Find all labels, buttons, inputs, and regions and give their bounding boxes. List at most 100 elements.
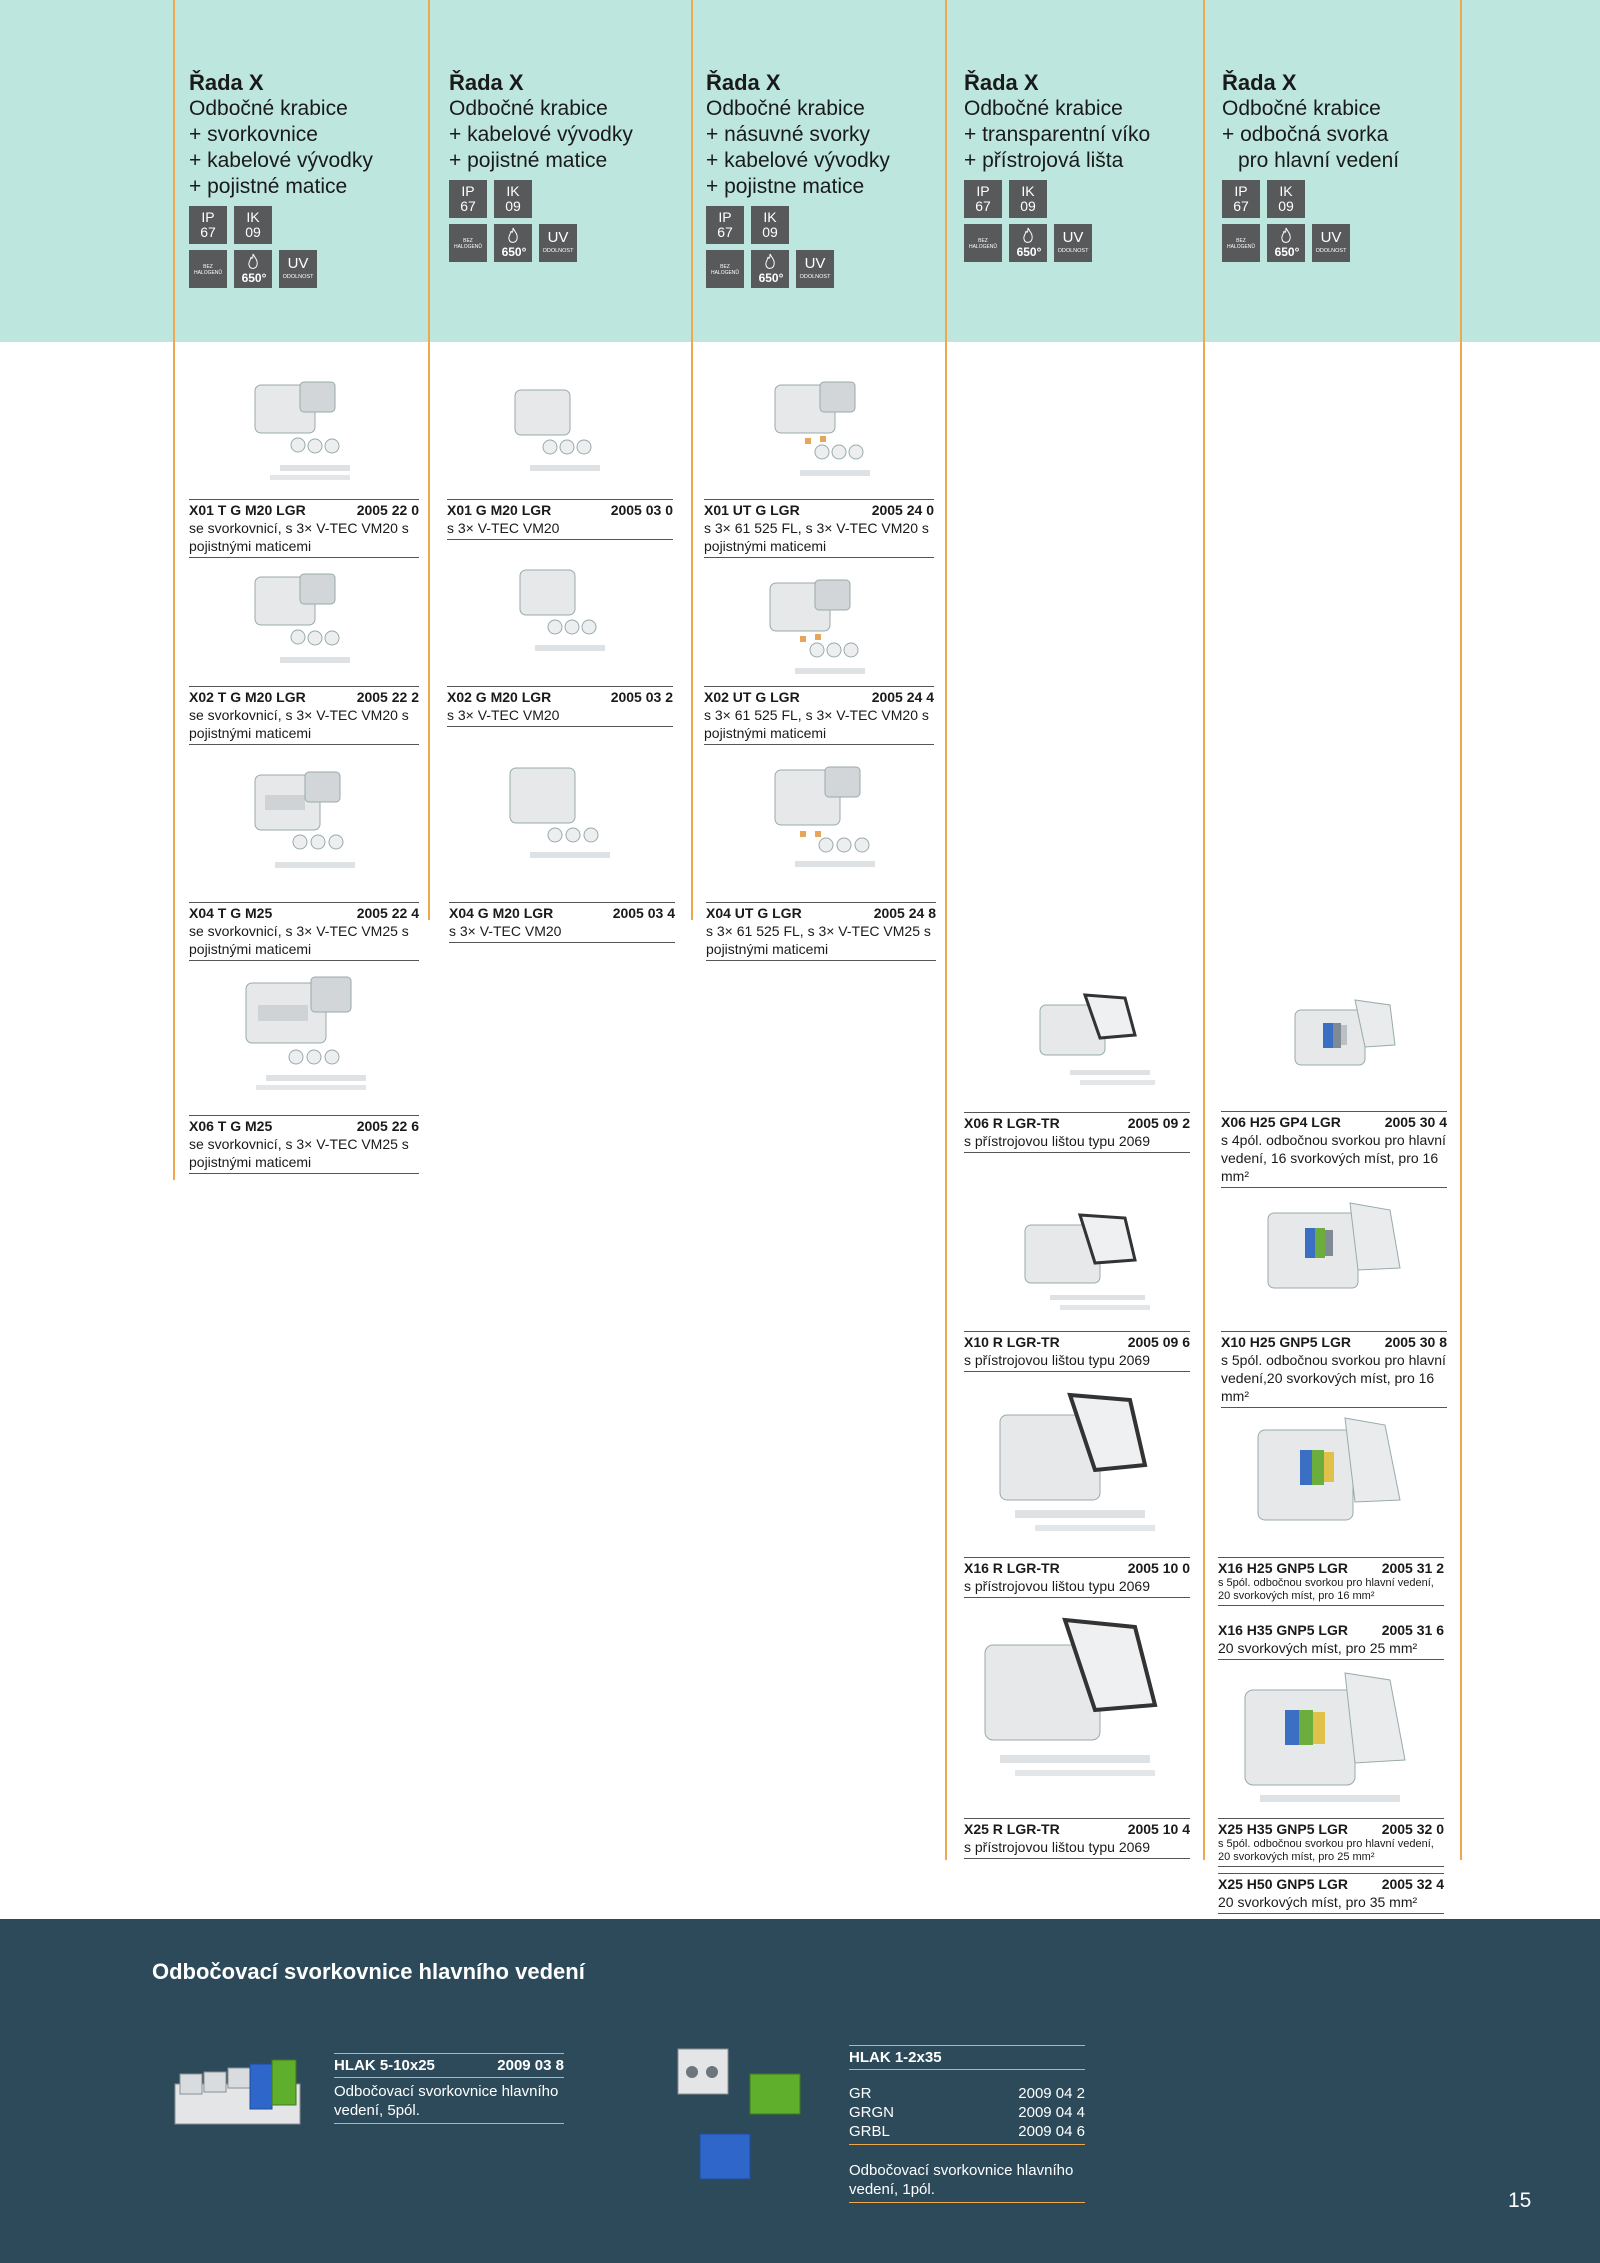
product-description: se svorkovnicí, s 3× V-TEC VM20 s pojist… <box>189 706 419 745</box>
junction-box-image <box>1257 1417 1401 1521</box>
column-divider <box>173 0 175 1180</box>
product-code: X16 H25 GNP5 LGR <box>1218 1560 1348 1576</box>
header-line: Odbočné krabice <box>189 97 348 120</box>
header-line: Odbočné krabice <box>706 97 865 120</box>
junction-box-image <box>769 579 865 674</box>
header-line: + násuvné svorky <box>706 123 871 146</box>
badges-row-1: IP 67 IK 09 <box>189 206 429 244</box>
column-header-1: Řada X Odbočné krabice + svorkovnice + k… <box>189 70 429 288</box>
order-number: 2005 22 4 <box>356 905 419 921</box>
flame-icon: 650° <box>494 224 532 262</box>
product-description: s 3× V-TEC VM20 <box>449 922 675 943</box>
halogen-free-badge: BEZ HALOGENŮ <box>189 250 227 288</box>
column-header-5: Řada X Odbočné krabice + odbočná svorka … <box>1222 70 1462 262</box>
product-code: X25 H50 GNP5 LGR <box>1218 1876 1348 1892</box>
uv-resistance-badge: UV ODOLNOST <box>279 250 317 288</box>
header-line: + transparentní víko <box>964 123 1151 146</box>
page-number: 15 <box>1508 2189 1532 2212</box>
header-line: Odbočné krabice <box>1222 97 1381 120</box>
product-item: X16 H35 GNP5 LGR 2005 31 6 20 svorkových … <box>1218 1620 1444 1660</box>
product-code: X01 T G M20 LGR <box>189 502 306 518</box>
junction-box-image <box>509 767 610 858</box>
header-line: + svorkovnice <box>189 123 318 146</box>
product-description: se svorkovnicí, s 3× V-TEC VM25 s pojist… <box>189 922 419 961</box>
product-description: s přístrojovou lištou typu 2069 <box>964 1577 1190 1598</box>
order-number: 2005 31 6 <box>1381 1622 1444 1638</box>
badges-row-2: BEZ HALOGENŮ 650° UV ODOLNOST <box>449 224 689 262</box>
product-item: X06 R LGR-TR 2005 09 2 s přístrojovou liš… <box>964 1112 1190 1153</box>
variant-row: GRGN 2009 04 4 <box>849 2104 1085 2121</box>
junction-box-image <box>1039 993 1155 1085</box>
product-code: X02 G M20 LGR <box>447 689 552 705</box>
junction-box-image <box>1244 1672 1406 1802</box>
product-description: s přístrojovou lištou typu 2069 <box>964 1838 1190 1859</box>
product-description: se svorkovnicí, s 3× V-TEC VM25 s pojist… <box>189 1135 419 1174</box>
badges-row-2: BEZ HALOGENŮ 650° UV ODOLNOST <box>964 224 1204 262</box>
junction-box-image <box>774 381 870 476</box>
order-number: 2005 10 0 <box>1127 1560 1190 1576</box>
product-description: s 3× V-TEC VM20 <box>447 519 673 540</box>
halogen-free-badge: BEZ HALOGENŮ <box>449 224 487 262</box>
junction-box-image <box>984 1617 1158 1776</box>
product-code: X25 R LGR-TR <box>964 1821 1060 1837</box>
order-number: 2005 03 2 <box>610 689 673 705</box>
product-item: X04 T G M25 2005 22 4 se svorkovnicí, s 3… <box>189 902 419 961</box>
ik09-badge: IK 09 <box>234 206 272 244</box>
product-description: s 3× 61 525 FL, s 3× V-TEC VM20 s pojist… <box>704 519 934 558</box>
product-description: s přístrojovou lištou typu 2069 <box>964 1132 1190 1153</box>
header-line: + kabelové vývodky <box>189 149 373 172</box>
column-header-3: Řada X Odbočné krabice + násuvné svorky … <box>706 70 946 288</box>
product-description: s 4pól. odbočnou svorkou pro hlavní vede… <box>1221 1131 1447 1188</box>
junction-box-image <box>999 1392 1155 1531</box>
badges-row-1: IP 67 IK 09 <box>449 180 689 218</box>
header-line: + přístrojová lišta <box>964 149 1124 172</box>
uv-resistance-badge: UV ODOLNOST <box>1054 224 1092 262</box>
header-line: + pojistné matice <box>449 149 608 172</box>
badges-row-2: BEZ HALOGENŮ 650° UV ODOLNOST <box>1222 224 1462 262</box>
junction-box-image <box>774 766 875 867</box>
column-divider <box>1460 0 1462 1860</box>
product-item: X25 H35 GNP5 LGR 2005 32 0 s 5pól. odbočn… <box>1218 1818 1444 1867</box>
product-item: X10 H25 GNP5 LGR 2005 30 8 s 5pól. odbočn… <box>1221 1331 1447 1408</box>
order-number: 2005 24 4 <box>871 689 934 705</box>
terminal-block-image <box>174 2059 301 2125</box>
footer-product-hlak5: HLAK 5-10x25 2009 03 8 Odbočovací svorkov… <box>334 2053 564 2124</box>
ik09-badge: IK 09 <box>751 206 789 244</box>
product-item: X01 T G M20 LGR 2005 22 0 se svorkovnicí,… <box>189 499 419 558</box>
series-title: Řada X <box>706 70 781 95</box>
product-description: Odbočovací svorkovnice hlavního vedení, … <box>849 2157 1085 2203</box>
flame-icon: 650° <box>1009 224 1047 262</box>
uv-resistance-badge: UV ODOLNOST <box>1312 224 1350 262</box>
footer-band: Odbočovací svorkovnice hlavního vedení H… <box>0 1919 1600 2263</box>
product-code: HLAK 5-10x25 <box>334 2057 435 2074</box>
badges-row-2: BEZ HALOGENŮ 650° UV ODOLNOST <box>189 250 429 288</box>
column-header-2: Řada X Odbočné krabice + kabelové vývodk… <box>449 70 689 262</box>
product-item: X25 R LGR-TR 2005 10 4 s přístrojovou liš… <box>964 1818 1190 1859</box>
product-description: s 5pól. odbočnou svorkou pro hlavní vede… <box>1218 1577 1444 1606</box>
ip67-badge: IP 67 <box>706 206 744 244</box>
junction-box-image <box>254 573 350 663</box>
badges-row-2: BEZ HALOGENŮ 650° UV ODOLNOST <box>706 250 946 288</box>
badges-row-1: IP 67 IK 09 <box>1222 180 1462 218</box>
product-item: X02 UT G LGR 2005 24 4 s 3× 61 525 FL, s … <box>704 686 934 745</box>
header-line: Odbočné krabice <box>449 97 608 120</box>
ip67-badge: IP 67 <box>189 206 227 244</box>
flame-icon: 650° <box>1267 224 1305 262</box>
series-title: Řada X <box>189 70 264 95</box>
product-code: X01 UT G LGR <box>704 502 800 518</box>
product-code: X16 H35 GNP5 LGR <box>1218 1622 1348 1638</box>
column-divider <box>691 0 693 920</box>
halogen-free-badge: BEZ HALOGENŮ <box>1222 224 1260 262</box>
badges-row-1: IP 67 IK 09 <box>964 180 1204 218</box>
product-item: X04 UT G LGR 2005 24 8 s 3× 61 525 FL, s … <box>706 902 936 961</box>
halogen-free-badge: BEZ HALOGENŮ <box>706 250 744 288</box>
header-line: pro hlavní vedení <box>1238 149 1400 172</box>
product-item: X16 R LGR-TR 2005 10 0 s přístrojovou liš… <box>964 1557 1190 1598</box>
junction-box-image <box>1024 1213 1150 1310</box>
order-number: 2005 30 8 <box>1384 1334 1447 1350</box>
product-description: s 3× 61 525 FL, s 3× V-TEC VM25 s pojist… <box>706 922 936 961</box>
product-code: HLAK 1-2x35 <box>849 2049 942 2066</box>
order-number: 2005 22 0 <box>356 502 419 518</box>
product-description: s 3× V-TEC VM20 <box>447 706 673 727</box>
order-number: 2005 32 4 <box>1381 1876 1444 1892</box>
